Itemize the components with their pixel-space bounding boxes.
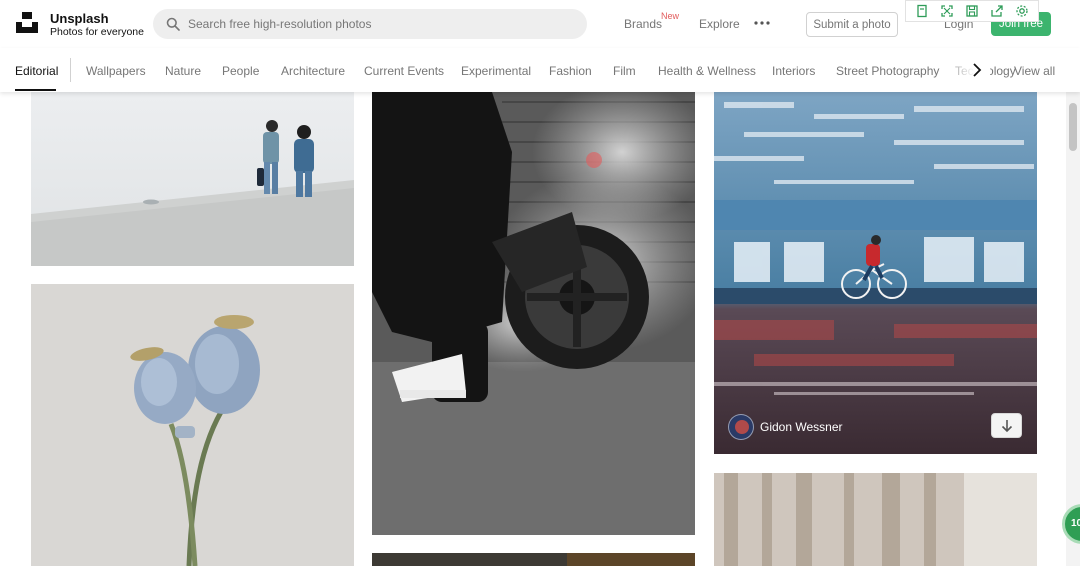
search-icon[interactable] (166, 17, 180, 31)
top-header: Unsplash Photos for everyone Brands New … (0, 0, 1080, 48)
category-interiors[interactable]: Interiors (772, 64, 815, 78)
category-street-photography[interactable]: Street Photography (836, 64, 939, 78)
photo-gallery-visitors[interactable] (31, 92, 354, 266)
category-architecture[interactable]: Architecture (281, 64, 345, 78)
explore-link[interactable]: Explore (699, 17, 740, 31)
submit-photo-button[interactable]: Submit a photo (806, 12, 898, 37)
view-all-link[interactable]: View all (1014, 64, 1055, 78)
save-icon[interactable] (965, 4, 979, 18)
category-fashion[interactable]: Fashion (549, 64, 592, 78)
category-editorial[interactable]: Editorial (15, 64, 58, 78)
photographer-credit[interactable]: Gidon Wessner (728, 414, 842, 440)
share-icon[interactable] (990, 4, 1004, 18)
download-button[interactable] (991, 413, 1022, 438)
photo-interior-partial[interactable] (372, 553, 695, 566)
category-wallpapers[interactable]: Wallpapers (86, 64, 146, 78)
extension-toolbar (905, 0, 1039, 22)
new-badge: New (661, 11, 680, 21)
photo-poppy-pods[interactable] (31, 284, 354, 566)
photo-cyclist-motion[interactable]: Gidon Wessner (714, 92, 1037, 454)
category-film[interactable]: Film (613, 64, 636, 78)
search-input[interactable] (188, 9, 578, 39)
gear-icon[interactable] (1015, 4, 1029, 18)
category-health-wellness[interactable]: Health & Wellness (658, 64, 756, 78)
extension-badge[interactable]: 10 (1062, 504, 1080, 544)
more-horizontal-icon[interactable] (753, 14, 771, 32)
search-bar[interactable] (153, 9, 587, 39)
category-people[interactable]: People (222, 64, 259, 78)
category-nav: Editorial Wallpapers Nature People Archi… (0, 48, 1080, 92)
photo-motorcycle-burnout[interactable] (372, 92, 695, 535)
category-experimental[interactable]: Experimental (461, 64, 531, 78)
page-scrollbar[interactable] (1066, 92, 1080, 566)
category-divider (70, 58, 71, 82)
scrollbar-thumb[interactable] (1069, 103, 1077, 151)
photographer-name[interactable]: Gidon Wessner (760, 420, 842, 434)
bookmark-icon[interactable] (915, 4, 929, 18)
brand-name[interactable]: Unsplash (50, 11, 109, 26)
photo-curtain[interactable] (714, 473, 1037, 566)
category-nature[interactable]: Nature (165, 64, 201, 78)
expand-icon[interactable] (940, 4, 954, 18)
download-arrow-icon (1001, 420, 1013, 433)
extension-badge-count: 10 (1071, 518, 1080, 529)
brand-tagline: Photos for everyone (50, 26, 144, 38)
brands-link[interactable]: Brands (624, 17, 662, 31)
category-current-events[interactable]: Current Events (364, 64, 444, 78)
avatar[interactable] (728, 414, 754, 440)
active-category-underline (15, 89, 56, 91)
chevron-right-icon[interactable] (968, 61, 986, 79)
avatar-image (735, 420, 749, 434)
unsplash-logo[interactable] (16, 11, 38, 33)
